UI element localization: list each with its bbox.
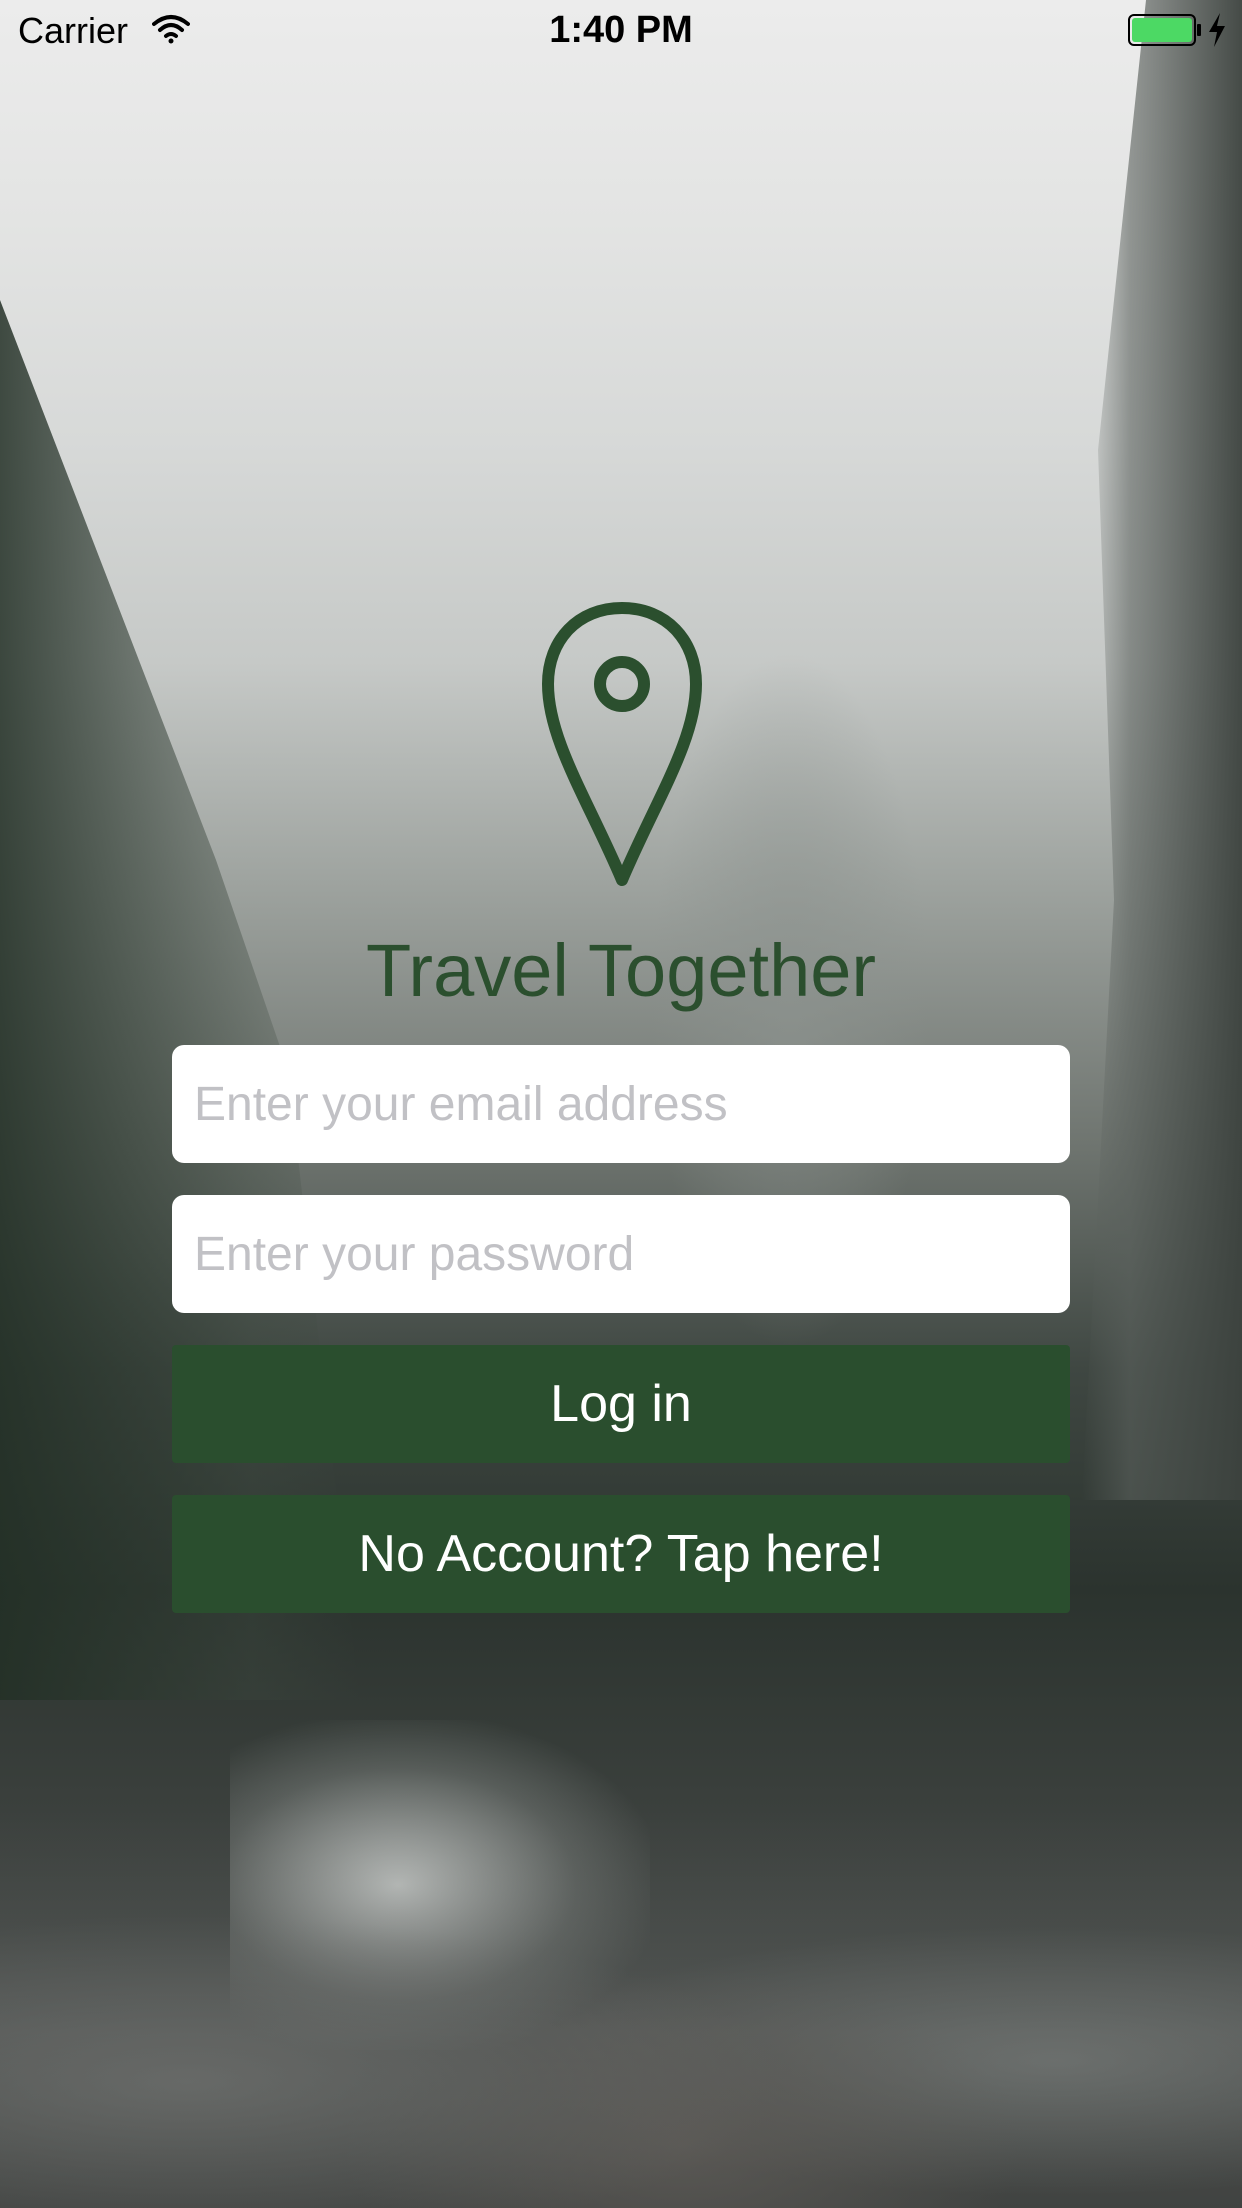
battery-icon (1128, 14, 1201, 46)
status-bar: Carrier 1:40 PM (0, 0, 1242, 62)
status-time: 1:40 PM (549, 9, 693, 51)
map-pin-icon (542, 602, 702, 886)
login-button[interactable]: Log in (172, 1345, 1070, 1463)
login-screen: Carrier 1:40 PM Travel Together Log in N… (0, 0, 1242, 2208)
charging-bolt-icon (1209, 13, 1225, 47)
signup-button[interactable]: No Account? Tap here! (172, 1495, 1070, 1613)
password-field[interactable] (172, 1195, 1070, 1313)
background-rocks (0, 1788, 1242, 2208)
email-field[interactable] (172, 1045, 1070, 1163)
app-title: Travel Together (365, 929, 877, 1012)
